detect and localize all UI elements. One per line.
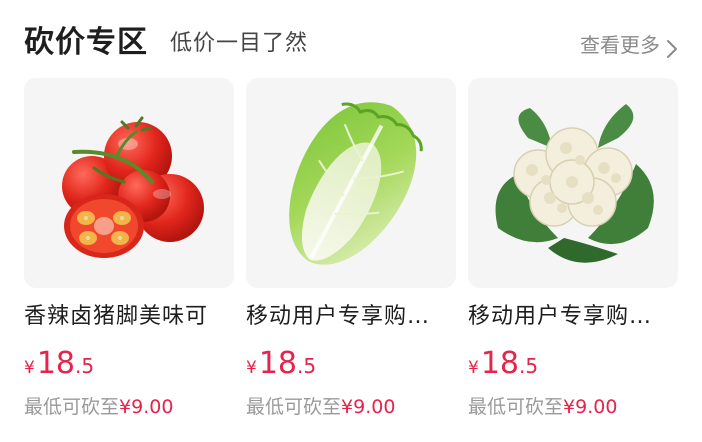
bargain-section: 砍价专区 低价一目了然 查看更多 香辣卤猪脚美味可 ¥18.5 最低可砍至¥9.… (0, 0, 702, 442)
lowest-price-label: 最低可砍至 (468, 396, 564, 418)
price-decimal: .5 (75, 354, 95, 378)
product-card[interactable]: 香辣卤猪脚美味可 ¥18.5 最低可砍至¥9.00 (24, 78, 234, 428)
price-decimal: .5 (297, 354, 317, 378)
product-card[interactable]: 移动用户专享购… ¥18.5 最低可砍至¥9.00 (246, 78, 456, 428)
product-image-napa-cabbage[interactable] (246, 78, 456, 288)
product-card[interactable]: 移动用户专享购… ¥18.5 最低可砍至¥9.00 (468, 78, 678, 428)
section-title: 砍价专区 (24, 25, 148, 60)
product-name: 香辣卤猪脚美味可 (24, 304, 209, 329)
chevron-right-icon (664, 34, 680, 58)
section-header: 砍价专区 低价一目了然 查看更多 (24, 22, 680, 64)
price-integer: 18 (480, 346, 520, 381)
view-more-label: 查看更多 (580, 33, 660, 57)
price-integer: 18 (36, 346, 76, 381)
lowest-price-value: ¥9.00 (563, 396, 618, 418)
lowest-price-label: 最低可砍至 (246, 396, 342, 418)
product-price: ¥18.5 (24, 346, 94, 386)
price-currency: ¥ (246, 358, 257, 378)
product-image-cauliflower[interactable] (468, 78, 678, 288)
product-image-tomato[interactable] (24, 78, 234, 288)
section-subtitle: 低价一目了然 (170, 31, 309, 56)
product-name: 移动用户专享购… (246, 304, 431, 329)
lowest-price-value: ¥9.00 (341, 396, 396, 418)
product-name: 移动用户专享购… (468, 304, 653, 329)
lowest-bargain-price: 最低可砍至¥9.00 (468, 392, 617, 422)
price-currency: ¥ (24, 358, 35, 378)
product-price: ¥18.5 (468, 346, 538, 386)
price-currency: ¥ (468, 358, 479, 378)
product-price: ¥18.5 (246, 346, 316, 386)
lowest-bargain-price: 最低可砍至¥9.00 (24, 392, 173, 422)
lowest-bargain-price: 最低可砍至¥9.00 (246, 392, 395, 422)
price-integer: 18 (258, 346, 298, 381)
price-decimal: .5 (519, 354, 539, 378)
view-more-link[interactable]: 查看更多 (580, 26, 680, 64)
lowest-price-label: 最低可砍至 (24, 396, 120, 418)
product-list: 香辣卤猪脚美味可 ¥18.5 最低可砍至¥9.00 移动用户专享购… ¥18.5… (24, 78, 680, 438)
lowest-price-value: ¥9.00 (119, 396, 174, 418)
